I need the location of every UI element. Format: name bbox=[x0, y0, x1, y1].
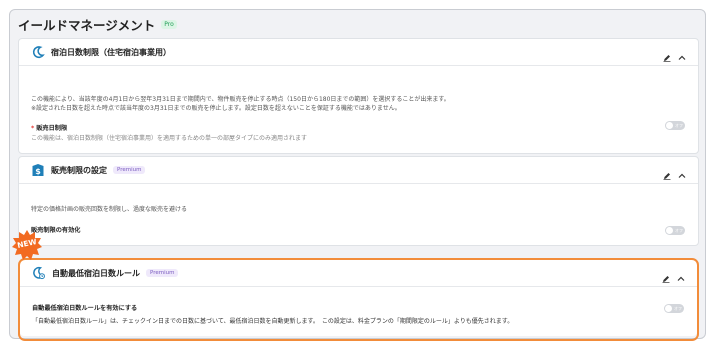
setting-label-text: 販売日制限 bbox=[36, 125, 68, 132]
card-description-line-2: ※設定された日数を超えた時点で該当年度の3月31日までの販売を停止します。設定日… bbox=[31, 105, 401, 112]
card-stay-limit: 宿泊日数制限（住宅宿泊事業用） この機能により、当該年度の4月1日から翌年3月3… bbox=[18, 38, 699, 154]
page-title: イールドマネージメント Pro bbox=[18, 15, 177, 34]
card-title: 宿泊日数制限（住宅宿泊事業用） bbox=[51, 47, 171, 57]
card-stay-limit-header[interactable]: 宿泊日数制限（住宅宿泊事業用） bbox=[19, 39, 698, 66]
new-feature-highlight bbox=[18, 258, 699, 341]
sales-limit-toggle[interactable]: オフ bbox=[665, 121, 685, 130]
dollar-sign-icon: $ bbox=[31, 163, 45, 177]
card-description-line-1: この機能により、当該年度の4月1日から翌年3月31日まで期間内で、物件販売を停止… bbox=[31, 96, 450, 103]
pro-badge: Pro bbox=[161, 20, 177, 29]
toggle-knob bbox=[666, 227, 673, 234]
chevron-up-icon[interactable] bbox=[678, 165, 686, 178]
required-marker: * bbox=[31, 125, 35, 132]
svg-text:$: $ bbox=[35, 167, 41, 176]
chevron-up-icon[interactable] bbox=[678, 47, 686, 60]
setting-label-sales-limit: * 販売日制限 bbox=[31, 123, 67, 132]
premium-badge: Premium bbox=[113, 166, 146, 174]
toggle-off-label: オフ bbox=[675, 227, 683, 233]
edit-icon[interactable] bbox=[663, 165, 671, 180]
card-sales-restriction-header[interactable]: $ 販売制限の設定 Premium bbox=[19, 157, 698, 184]
card-description: 特定の価格計画の販売回数を制限し、過度な販売を避ける bbox=[31, 206, 188, 213]
toggle-off-label: オフ bbox=[675, 122, 683, 128]
page-title-text: イールドマネージメント bbox=[18, 18, 156, 33]
card-sales-restriction: $ 販売制限の設定 Premium 特定の価格計画の販売回数を制限し、過度な販売… bbox=[18, 156, 699, 246]
edit-icon[interactable] bbox=[663, 47, 671, 62]
sales-restriction-toggle[interactable]: オフ bbox=[665, 226, 685, 235]
setting-note: この機能は、宿泊日数制限（住宅宿泊事業用）を適用するための単一の部屋タイプにのみ… bbox=[31, 135, 308, 142]
yield-management-panel: イールドマネージメント Pro 宿泊日数制限（住宅宿泊事業用） この機能により、… bbox=[9, 9, 706, 341]
new-badge: NEW bbox=[11, 229, 43, 261]
moon-icon bbox=[31, 45, 45, 59]
toggle-knob bbox=[666, 122, 673, 129]
card-title: 販売制限の設定 bbox=[51, 165, 107, 175]
